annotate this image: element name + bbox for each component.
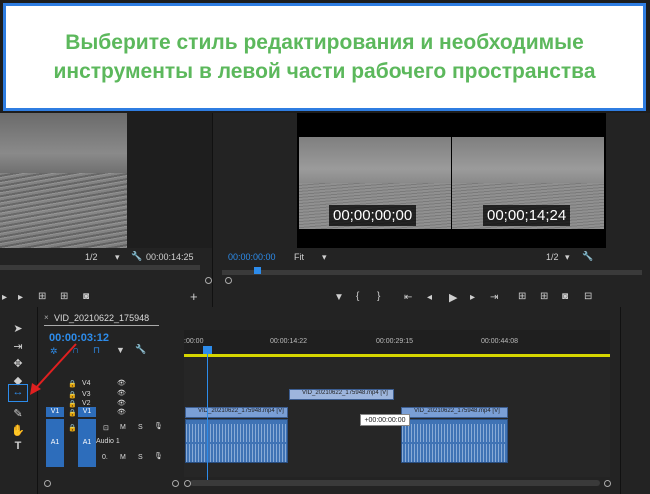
timeline-settings-icon[interactable]: 🔧 [135, 344, 146, 355]
red-arrow-annotation [30, 343, 77, 395]
track-label-v2: V2 [82, 400, 91, 407]
mic-icon-2[interactable]: 🎙 [154, 452, 163, 460]
source-timecode: 00:00:14:25 [146, 252, 194, 262]
clip-v1-right[interactable]: VID_20210622_175948.mp4 [V] [401, 407, 508, 418]
ruler-label-0: :00:00 [184, 338, 204, 345]
source-monitor-background [127, 113, 212, 248]
linked-select-icon[interactable]: ⊓ [93, 345, 100, 356]
overlay-timecode-left: 00;00;00;00 [329, 205, 417, 226]
source-more-icon[interactable]: ▸ [18, 292, 23, 303]
type-tool-icon[interactable]: T [10, 440, 26, 452]
wrench-icon[interactable]: 🔧 [131, 251, 142, 262]
sync-lock-icon[interactable]: ⊡ [103, 424, 109, 432]
solo-button[interactable]: S [138, 424, 143, 431]
step-forward-icon[interactable]: ▸ [470, 292, 475, 303]
program-zoom-dropdown-icon[interactable]: ▾ [565, 252, 570, 263]
instruction-banner: Выберите стиль редактирования и необходи… [3, 3, 646, 111]
overlay-timecode-right: 00;00;14;24 [483, 205, 571, 226]
add-button-icon[interactable]: + [190, 289, 198, 304]
source-patch-v1[interactable]: V1 [46, 407, 64, 417]
program-wrench-icon[interactable]: 🔧 [582, 251, 593, 262]
source-monitor-video [0, 113, 127, 248]
playhead-line[interactable] [207, 346, 208, 484]
hand-tool-icon[interactable]: ✋ [10, 424, 26, 437]
solo-button-2[interactable]: S [138, 454, 143, 461]
mute-button-2[interactable]: M [120, 454, 126, 461]
audio-meter-panel [620, 307, 650, 494]
mute-button[interactable]: M [120, 424, 126, 431]
play-icon[interactable]: ▶ [449, 291, 457, 304]
source-mark-icon[interactable]: ▸ [2, 292, 7, 303]
go-to-in-icon[interactable]: ⇤ [404, 292, 412, 303]
selection-tool-icon[interactable]: ➤ [10, 322, 26, 335]
timeline-scroll-end[interactable] [604, 480, 611, 487]
volume-value[interactable]: 0. [102, 454, 108, 461]
track-target-a1[interactable]: A1 [78, 419, 96, 467]
export-frame-icon[interactable]: ◙ [83, 291, 89, 302]
mark-out-icon[interactable]: } [377, 291, 380, 302]
fit-dropdown-icon[interactable]: ▾ [322, 252, 327, 263]
marker-icon[interactable]: ▼ [334, 292, 344, 303]
program-timecode: 00:00:00:00 [228, 252, 276, 262]
mark-in-icon[interactable]: { [356, 291, 359, 302]
ruler-label-1: 00:00:14:22 [270, 338, 307, 345]
ruler-label-2: 00:00:29:15 [376, 338, 413, 345]
program-scroll-start[interactable] [225, 277, 232, 284]
overwrite-icon[interactable]: ⊞ [60, 291, 68, 302]
source-scroll-end[interactable] [205, 277, 212, 284]
eye-icon-v2[interactable]: 👁 [117, 399, 126, 407]
program-fit-select[interactable]: Fit [294, 252, 304, 262]
program-zoom-select[interactable]: 1/2 [546, 252, 559, 262]
source-zoom-dropdown-icon[interactable]: ▾ [115, 252, 120, 263]
source-scrubber[interactable] [0, 265, 200, 270]
track-label-v4: V4 [82, 380, 91, 387]
eye-icon-v3[interactable]: 👁 [117, 389, 126, 397]
audio-clip-left[interactable] [185, 419, 288, 463]
audio-clip-right[interactable] [401, 419, 508, 463]
eye-icon-v1[interactable]: 👁 [117, 408, 126, 416]
clip-v2[interactable]: VID_20210622_175948.mp4 [V] [289, 389, 394, 400]
tab-underline [44, 325, 159, 326]
slip-tooltip: +00:00:00:00 [360, 414, 410, 426]
timeline-scroll-start[interactable] [184, 480, 191, 487]
audio-track-name: Audio 1 [96, 438, 120, 445]
lock-icon-v2[interactable]: 🔒 [68, 400, 77, 408]
program-playhead-icon[interactable] [254, 267, 261, 274]
ruler-label-3: 00:00:44:08 [481, 338, 518, 345]
track-label-v3: V3 [82, 391, 91, 398]
timeline-hscroll[interactable] [190, 480, 600, 486]
playhead-handle[interactable] [203, 346, 212, 354]
program-scrubber[interactable] [222, 270, 642, 275]
source-patch-a1[interactable]: A1 [46, 419, 64, 467]
clip-v1-left[interactable]: VID_20210622_175948.mp4 [V] [185, 407, 288, 418]
track-scroll-end[interactable] [172, 480, 179, 487]
add-marker-icon[interactable]: ▼ [116, 345, 125, 355]
close-tab-icon[interactable]: × [44, 313, 49, 322]
step-back-icon[interactable]: ◂ [427, 292, 432, 303]
track-target-v1[interactable]: V1 [78, 407, 96, 417]
insert-icon[interactable]: ⊞ [38, 291, 46, 302]
instruction-text: Выберите стиль редактирования и необходи… [53, 31, 596, 83]
camera-icon[interactable]: ◙ [562, 291, 568, 302]
pen-tool-icon[interactable]: ✎ [10, 407, 26, 420]
source-zoom-select[interactable]: 1/2 [85, 252, 98, 262]
eye-icon-v4[interactable]: 👁 [117, 379, 126, 387]
mic-icon[interactable]: 🎙 [154, 422, 163, 430]
timeline-tab[interactable]: VID_20210622_175948 [54, 313, 149, 323]
track-scroll-start[interactable] [44, 480, 51, 487]
lock-icon-v1[interactable]: 🔒 [68, 409, 77, 417]
go-to-out-icon[interactable]: ⇥ [490, 292, 498, 303]
compare-icon[interactable]: ⊟ [584, 291, 592, 302]
lock-icon-a1[interactable]: 🔒 [68, 424, 77, 432]
lift-icon[interactable]: ⊞ [518, 291, 526, 302]
extract-icon[interactable]: ⊞ [540, 291, 548, 302]
